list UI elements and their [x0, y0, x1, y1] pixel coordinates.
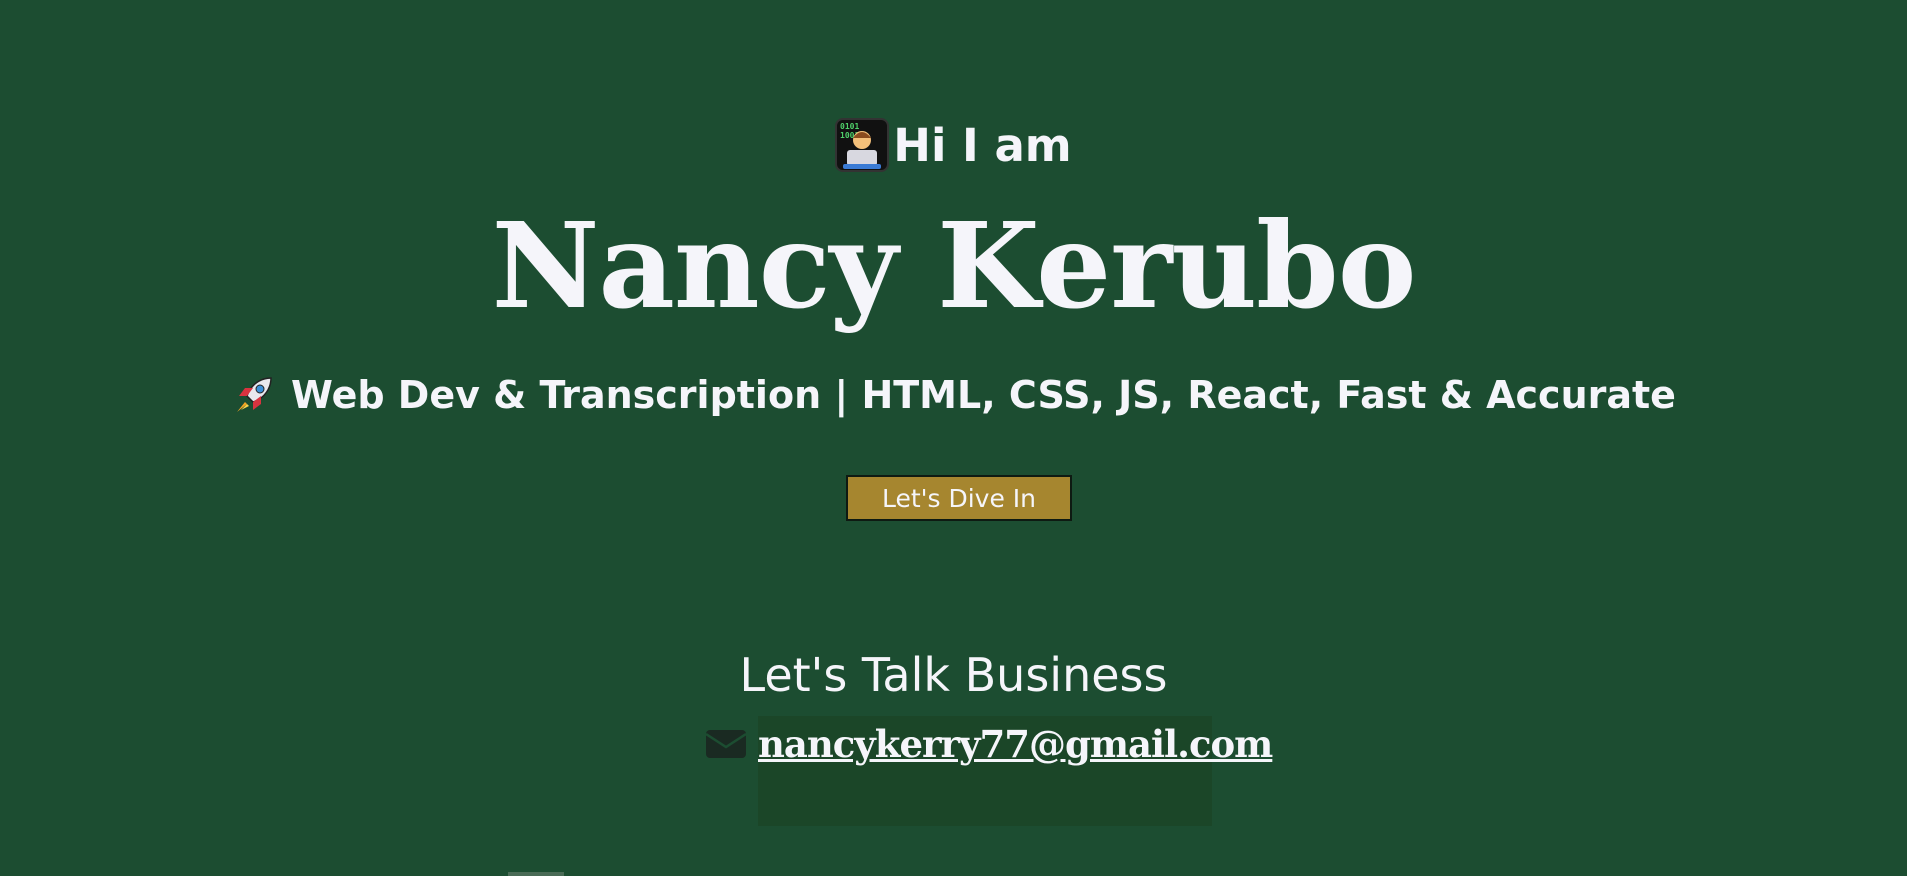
email-link[interactable]: nancykerry77@gmail.com — [758, 716, 1273, 772]
tagline-text: Web Dev & Transcription | HTML, CSS, JS,… — [291, 373, 1676, 417]
scroll-indicator — [508, 872, 564, 876]
greeting-text: Hi I am — [893, 118, 1072, 172]
technologist-icon: 0101 1001 — [835, 118, 890, 172]
svg-text:0101: 0101 — [840, 122, 859, 131]
email-box: nancykerry77@gmail.com — [758, 716, 1273, 826]
email-row: nancykerry77@gmail.com — [706, 716, 1273, 826]
dive-in-button[interactable]: Let's Dive In — [846, 475, 1072, 521]
envelope-icon — [706, 730, 746, 758]
contact-heading: Let's Talk Business — [739, 648, 1168, 702]
landing-page: 0101 1001 Hi I am Nancy Kerubo Web Dev &… — [0, 0, 1907, 876]
hero-name: Nancy Kerubo — [491, 196, 1417, 335]
rocket-icon — [237, 377, 272, 412]
greeting-line: 0101 1001 Hi I am — [0, 118, 1907, 172]
tagline: Web Dev & Transcription | HTML, CSS, JS,… — [0, 372, 1907, 418]
